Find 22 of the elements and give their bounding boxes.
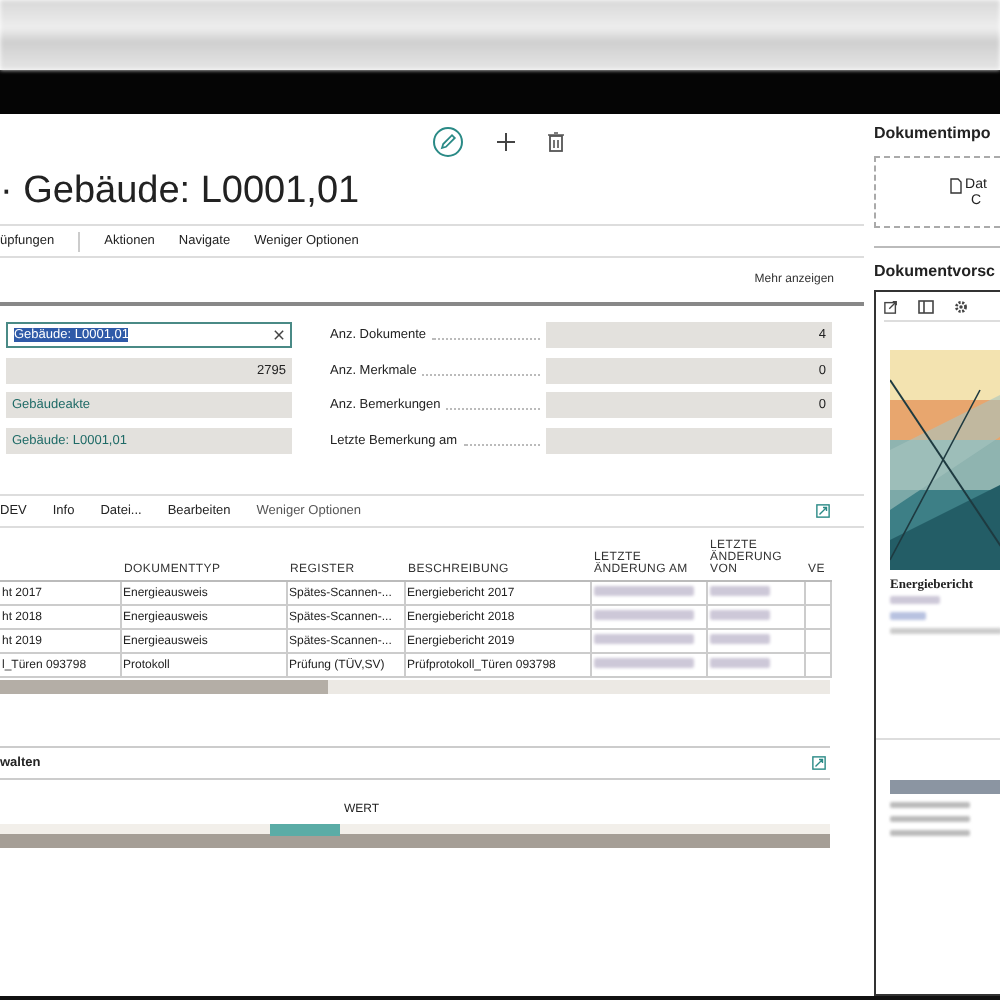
delete-icon[interactable]: [548, 132, 564, 152]
clear-icon[interactable]: [274, 330, 284, 340]
add-icon[interactable]: [496, 132, 516, 152]
panel-title: Dokumentvorsc: [874, 262, 997, 284]
blurred-text: [890, 802, 970, 808]
expand-icon[interactable]: [812, 756, 826, 770]
open-external-icon[interactable]: [884, 299, 898, 313]
settings-icon[interactable]: [954, 299, 968, 313]
blurred-text: [890, 612, 926, 620]
blurred-text: [890, 628, 1000, 634]
blurred-text: [890, 596, 940, 604]
blurred-text: [890, 816, 970, 822]
horizontal-scrollbar[interactable]: [0, 824, 830, 848]
panel-title: Dokumentimpo: [874, 124, 993, 146]
heading-bar: [890, 780, 1000, 794]
blurred-text: [890, 830, 970, 836]
panel-icon[interactable]: [918, 299, 934, 313]
file-icon: [949, 177, 962, 193]
edit-icon[interactable]: [432, 126, 464, 158]
horizontal-scrollbar[interactable]: [0, 680, 830, 694]
page-title: · Gebäude: L0001,01: [0, 170, 362, 216]
expand-icon[interactable]: [816, 504, 830, 518]
